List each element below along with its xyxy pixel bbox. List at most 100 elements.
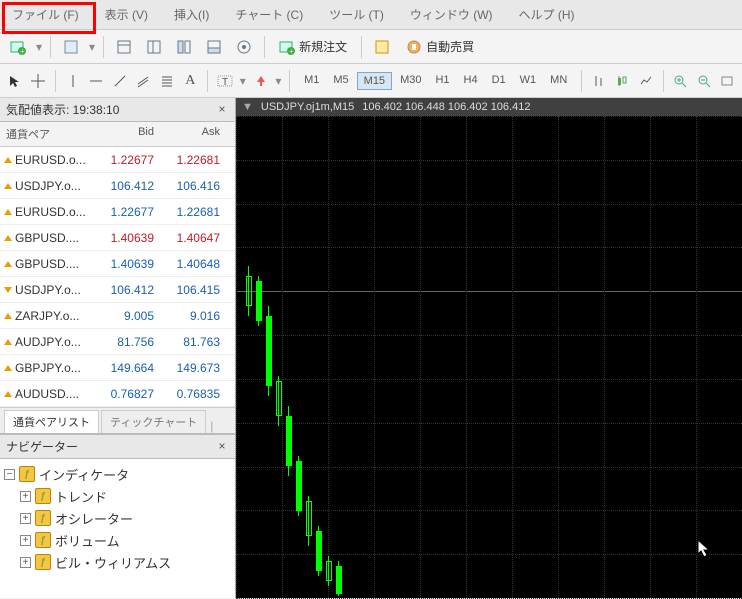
terminal-toggle[interactable]	[202, 35, 226, 59]
mw-head-symbol[interactable]: 通貨ペア	[0, 122, 94, 146]
tree-expand-icon[interactable]: +	[20, 535, 31, 546]
menu-help[interactable]: ヘルプ (H)	[511, 2, 583, 27]
crosshair-tool[interactable]	[30, 69, 48, 93]
timeframe-m15[interactable]: M15	[357, 72, 392, 90]
marketwatch-table: 通貨ペア Bid Ask EURUSD.o...1.226771.22681US…	[0, 122, 235, 407]
mw-bid: 1.40639	[94, 231, 160, 245]
marketwatch-toggle[interactable]	[112, 35, 136, 59]
navigator-toggle[interactable]	[172, 35, 196, 59]
cursor-tool[interactable]	[6, 69, 24, 93]
mw-head-bid[interactable]: Bid	[94, 122, 160, 146]
navigator-close[interactable]: ×	[215, 440, 229, 454]
chart-symbol: USDJPY.oj1m,M15	[261, 101, 354, 113]
mw-bid: 106.412	[94, 179, 160, 193]
mw-bid: 1.22677	[94, 153, 160, 167]
timeframe-m30[interactable]: M30	[394, 72, 427, 90]
svg-text:T: T	[222, 77, 228, 88]
mw-head-ask[interactable]: Ask	[160, 122, 226, 146]
separator	[361, 36, 362, 58]
autotrade-button[interactable]: 自動売買	[400, 34, 480, 60]
mw-bid: 9.005	[94, 309, 160, 323]
text-label-tool[interactable]: T	[216, 69, 234, 93]
tree-node[interactable]: +ƒビル・ウィリアムス	[20, 551, 231, 573]
toolbar-drawing: A T ▾ ▾ M1M5M15M30H1H4D1W1MN	[0, 64, 742, 98]
folder-icon: ƒ	[35, 488, 51, 504]
separator	[103, 36, 104, 58]
menu-window[interactable]: ウィンドウ (W)	[402, 2, 501, 27]
tree-node[interactable]: +ƒオシレーター	[20, 507, 231, 529]
separator	[581, 70, 582, 92]
chart-dropdown-icon[interactable]: ▼	[242, 101, 253, 113]
trendline-tool[interactable]	[111, 69, 129, 93]
menu-tools[interactable]: ツール (T)	[321, 2, 392, 27]
datawindow-toggle[interactable]	[142, 35, 166, 59]
profiles-button[interactable]	[59, 35, 83, 59]
mw-row[interactable]: USDJPY.o...106.412106.416	[0, 173, 235, 199]
direction-icon	[4, 339, 12, 345]
menu-file[interactable]: ファイル (F)	[4, 2, 87, 27]
mw-tab-tick[interactable]: ティックチャート	[101, 410, 206, 433]
autotrade-label: 自動売買	[426, 38, 474, 55]
text-tool[interactable]: A	[182, 69, 200, 93]
tree-node-indicators[interactable]: − ƒ インディケータ	[4, 463, 231, 485]
menu-chart[interactable]: チャート (C)	[227, 2, 311, 27]
mw-row[interactable]: EURUSD.o...1.226771.22681	[0, 147, 235, 173]
mw-symbol: EURUSD.o...	[15, 205, 86, 219]
timeframe-h4[interactable]: H4	[458, 72, 484, 90]
separator	[207, 70, 208, 92]
channel-tool[interactable]	[134, 69, 152, 93]
marketwatch-tabs: 通貨ペアリスト ティックチャート |	[0, 407, 235, 433]
timeframe-d1[interactable]: D1	[486, 72, 512, 90]
mw-ask: 149.673	[160, 361, 226, 375]
timeframe-h1[interactable]: H1	[429, 72, 455, 90]
timeframe-m1[interactable]: M1	[298, 72, 325, 90]
mw-row[interactable]: GBPJPY.o...149.664149.673	[0, 355, 235, 381]
mw-row[interactable]: AUDJPY.o...81.75681.763	[0, 329, 235, 355]
mw-symbol: ZARJPY.o...	[15, 309, 79, 323]
candlechart-button[interactable]	[614, 69, 632, 93]
mw-row[interactable]: ZARJPY.o...9.0059.016	[0, 303, 235, 329]
hline-tool[interactable]	[87, 69, 105, 93]
folder-icon: ƒ	[19, 466, 35, 482]
tree-expand-icon[interactable]: +	[20, 491, 31, 502]
mw-bid: 81.756	[94, 335, 160, 349]
mw-row[interactable]: GBPUSD....1.406391.40648	[0, 251, 235, 277]
tree-expand-icon[interactable]: +	[20, 513, 31, 524]
linechart-button[interactable]	[637, 69, 655, 93]
marketwatch-close[interactable]: ×	[215, 103, 229, 117]
timeframe-mn[interactable]: MN	[544, 72, 573, 90]
new-order-icon: +	[279, 39, 295, 55]
mw-row[interactable]: GBPUSD....1.406391.40647	[0, 225, 235, 251]
tree-collapse-icon[interactable]: −	[4, 469, 15, 480]
mw-row[interactable]: AUDUSD....0.768270.76835	[0, 381, 235, 407]
strategy-tester-toggle[interactable]	[232, 35, 256, 59]
mw-tab-symbols[interactable]: 通貨ペアリスト	[4, 410, 99, 433]
tree-expand-icon[interactable]: +	[20, 557, 31, 568]
direction-icon	[4, 261, 12, 267]
menu-insert[interactable]: 挿入(I)	[166, 2, 217, 27]
tree-node[interactable]: +ƒトレンド	[20, 485, 231, 507]
chart-area[interactable]: ▼ USDJPY.oj1m,M15 106.402 106.448 106.40…	[236, 98, 742, 598]
autoscroll-button[interactable]	[718, 69, 736, 93]
vline-tool[interactable]	[64, 69, 82, 93]
barchart-button[interactable]	[590, 69, 608, 93]
direction-icon	[4, 183, 12, 189]
timeframe-m5[interactable]: M5	[327, 72, 354, 90]
mw-symbol: GBPUSD....	[15, 231, 79, 245]
mw-row[interactable]: EURUSD.o...1.226771.22681	[0, 199, 235, 225]
arrow-tool[interactable]	[252, 69, 270, 93]
new-order-button[interactable]: + 新規注文	[273, 34, 353, 60]
fibonacci-tool[interactable]	[158, 69, 176, 93]
menu-view[interactable]: 表示 (V)	[97, 2, 156, 27]
mw-bid: 149.664	[94, 361, 160, 375]
new-chart-button[interactable]: +	[6, 35, 30, 59]
direction-icon	[4, 157, 12, 163]
timeframe-w1[interactable]: W1	[514, 72, 543, 90]
toolbar-main: + ▾ ▾ + 新規注文 自動売買	[0, 30, 742, 64]
tree-node[interactable]: +ƒボリューム	[20, 529, 231, 551]
zoomin-button[interactable]	[671, 69, 689, 93]
mw-symbol: AUDUSD....	[15, 387, 79, 401]
mw-row[interactable]: USDJPY.o...106.412106.415	[0, 277, 235, 303]
metaeditor-button[interactable]	[370, 35, 394, 59]
zoomout-button[interactable]	[695, 69, 713, 93]
